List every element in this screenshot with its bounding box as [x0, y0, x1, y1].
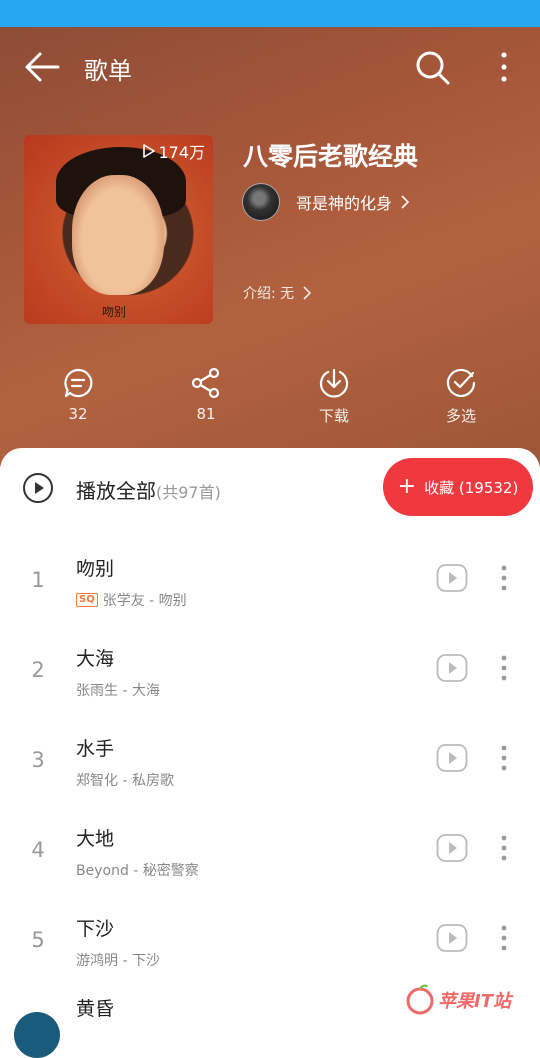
comment-count: 32	[68, 405, 88, 423]
now-playing-avatar[interactable]	[14, 1012, 60, 1058]
more-vertical-icon[interactable]	[492, 740, 516, 776]
watermark-text: 苹果IT站	[438, 991, 511, 1012]
comment-button[interactable]: 32	[38, 367, 118, 423]
download-button[interactable]: 下载	[294, 367, 374, 426]
action-bar: 32 81 下载 多选	[0, 367, 540, 437]
intro-link[interactable]: 介绍: 无	[243, 283, 312, 303]
song-index: 1	[31, 568, 45, 592]
share-icon	[191, 367, 220, 399]
song-subtitle: 郑智化 - 私房歌	[76, 773, 174, 789]
playlist-cover[interactable]: 吻别 174万	[24, 135, 213, 324]
song-count: (共97首)	[156, 483, 221, 502]
more-vertical-icon[interactable]	[492, 920, 516, 956]
more-vertical-icon[interactable]	[492, 650, 516, 686]
play-count: 174万	[142, 139, 205, 163]
play-video-icon[interactable]	[436, 742, 468, 774]
sq-badge: SQ	[76, 593, 98, 607]
song-index: 4	[31, 838, 45, 862]
more-vertical-icon	[501, 52, 507, 82]
play-circle-icon	[23, 473, 53, 503]
plus-icon: +	[397, 474, 417, 499]
collect-label: 收藏 (19532)	[424, 478, 519, 497]
multi-select-button[interactable]: 多选	[421, 367, 501, 426]
song-index: 3	[31, 748, 45, 772]
play-all-row[interactable]: 播放全部(共97首) + 收藏 (19532)	[0, 448, 540, 528]
play-outline-icon	[143, 144, 156, 158]
collect-button[interactable]: + 收藏 (19532)	[383, 458, 533, 516]
arrow-left-icon	[25, 52, 60, 82]
song-title: 大海	[76, 648, 115, 670]
comment-icon	[64, 368, 93, 398]
song-title: 水手	[76, 738, 115, 760]
song-index: 5	[31, 928, 45, 952]
play-count-value: 174万	[158, 143, 205, 162]
creator-link[interactable]: 哥是神的化身	[242, 183, 410, 221]
download-icon	[319, 368, 349, 398]
song-title: 大地	[76, 828, 115, 850]
back-button[interactable]	[22, 49, 62, 85]
cover-art-face	[72, 175, 164, 295]
share-button[interactable]: 81	[166, 367, 246, 423]
chevron-right-icon	[401, 195, 410, 209]
share-count: 81	[196, 405, 216, 423]
more-vertical-icon[interactable]	[492, 560, 516, 596]
song-subtitle: SQ 张学友 - 吻别	[76, 590, 187, 610]
song-row[interactable]: 5 下沙 游鸿明 - 下沙	[0, 898, 540, 988]
intro-text: 介绍: 无	[243, 286, 295, 302]
watermark: 苹果IT站	[404, 982, 534, 1018]
playlist-title: 八零后老歌经典	[243, 142, 419, 171]
song-subtitle: 张雨生 - 大海	[76, 683, 160, 699]
playlist-header: 歌单 吻别 174万 八零后老歌经典 哥是神的化身 介绍: 无 32 81 下载…	[0, 27, 540, 467]
song-row[interactable]: 1 吻别 SQ 张学友 - 吻别	[0, 538, 540, 628]
page-title: 歌单	[84, 57, 132, 85]
song-subtitle: 游鸿明 - 下沙	[76, 953, 160, 969]
play-all-label: 播放全部(共97首)	[76, 475, 221, 504]
creator-avatar	[242, 183, 280, 221]
top-bar: 歌单	[0, 27, 540, 107]
song-subtitle: Beyond - 秘密警察	[76, 863, 199, 879]
status-bar	[0, 0, 540, 27]
play-video-icon[interactable]	[436, 652, 468, 684]
play-video-icon[interactable]	[436, 922, 468, 954]
more-vertical-icon[interactable]	[492, 830, 516, 866]
song-row[interactable]: 4 大地 Beyond - 秘密警察	[0, 808, 540, 898]
cover-text: 吻别	[102, 305, 127, 319]
more-button[interactable]	[490, 47, 518, 87]
song-artist-album: 张学友 - 吻别	[102, 593, 187, 609]
download-label: 下载	[318, 407, 349, 425]
search-icon	[416, 51, 450, 85]
play-all-text: 播放全部	[76, 479, 156, 503]
song-list-panel: 播放全部(共97首) + 收藏 (19532) 1 吻别 SQ 张学友 - 吻别…	[0, 448, 540, 1058]
multi-select-label: 多选	[445, 407, 476, 425]
song-title-partial: 黄昏	[76, 998, 115, 1020]
song-title: 下沙	[76, 918, 115, 940]
song-row[interactable]: 2 大海 张雨生 - 大海	[0, 628, 540, 718]
watermark-logo-icon	[406, 984, 434, 1015]
search-button[interactable]	[412, 47, 452, 87]
song-row[interactable]: 3 水手 郑智化 - 私房歌	[0, 718, 540, 808]
song-title: 吻别	[76, 558, 115, 580]
multi-select-icon	[446, 368, 476, 398]
play-video-icon[interactable]	[436, 832, 468, 864]
creator-name: 哥是神的化身	[296, 194, 393, 213]
play-video-icon[interactable]	[436, 562, 468, 594]
chevron-right-icon	[303, 286, 312, 300]
song-index: 2	[31, 658, 45, 682]
